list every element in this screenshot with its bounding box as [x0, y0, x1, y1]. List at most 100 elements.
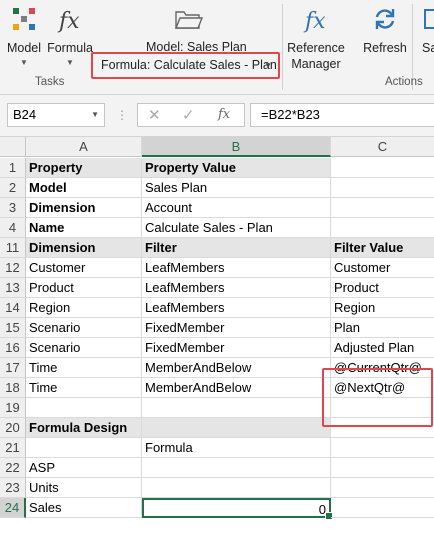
table-row: 12 Customer LeafMembers Customer: [0, 258, 434, 278]
model-icon: [11, 6, 37, 35]
cell-a[interactable]: Time: [26, 358, 142, 378]
cell-a[interactable]: Time: [26, 378, 142, 398]
row-header[interactable]: 14: [0, 298, 26, 318]
formula-select-dropdown[interactable]: Formula: Calculate Sales - Plan ▼: [91, 52, 280, 79]
row-header[interactable]: 22: [0, 458, 26, 478]
table-row: 14 Region LeafMembers Region: [0, 298, 434, 318]
chevron-down-icon: ▼: [264, 61, 272, 70]
cell-c[interactable]: [331, 458, 434, 478]
cell-a[interactable]: Formula Design: [26, 418, 142, 438]
cell-a[interactable]: [26, 398, 142, 418]
cell-c[interactable]: @NextQtr@: [331, 378, 434, 398]
cell-a[interactable]: Property: [26, 158, 142, 178]
row-header[interactable]: 12: [0, 258, 26, 278]
cell-c[interactable]: [331, 438, 434, 458]
cell-c[interactable]: @CurrentQtr@: [331, 358, 434, 378]
formula-input[interactable]: =B22*B23: [250, 103, 434, 127]
cell-a[interactable]: Scenario: [26, 338, 142, 358]
cell-b[interactable]: [142, 478, 331, 498]
cell-a[interactable]: Sales: [26, 498, 142, 518]
ribbon: Model ▼ fx Formula ▼ Model: Sales Plan F…: [0, 0, 434, 95]
row-header[interactable]: 4: [0, 218, 26, 238]
cell-c[interactable]: [331, 218, 434, 238]
cell-b[interactable]: MemberAndBelow: [142, 358, 331, 378]
column-header-a[interactable]: A: [26, 137, 142, 157]
cell-a[interactable]: Dimension: [26, 238, 142, 258]
cell-c[interactable]: Filter Value: [331, 238, 434, 258]
refresh-button[interactable]: Refresh: [360, 0, 410, 72]
table-row: 4 Name Calculate Sales - Plan: [0, 218, 434, 238]
formula-bar: B24 ▼ ⋮ ✕ ✓ fx =B22*B23: [0, 95, 434, 137]
column-header-b[interactable]: B: [142, 137, 331, 157]
row-header[interactable]: 2: [0, 178, 26, 198]
cell-b[interactable]: LeafMembers: [142, 298, 331, 318]
cell-a[interactable]: Product: [26, 278, 142, 298]
row-header[interactable]: 11: [0, 238, 26, 258]
cell-b[interactable]: FixedMember: [142, 338, 331, 358]
formula-bar-grip-icon[interactable]: ⋮: [116, 108, 128, 122]
row-header[interactable]: 19: [0, 398, 26, 418]
cell-c[interactable]: [331, 478, 434, 498]
cell-a[interactable]: Customer: [26, 258, 142, 278]
row-header[interactable]: 16: [0, 338, 26, 358]
insert-function-icon[interactable]: fx: [218, 107, 230, 122]
chevron-down-icon: ▼: [91, 110, 99, 119]
cell-c[interactable]: Customer: [331, 258, 434, 278]
cell-b[interactable]: Account: [142, 198, 331, 218]
cell-a[interactable]: [26, 438, 142, 458]
row-header[interactable]: 15: [0, 318, 26, 338]
model-button[interactable]: Model ▼: [4, 0, 44, 72]
reference-manager-button[interactable]: fx Reference Manager: [284, 0, 348, 72]
cell-b[interactable]: MemberAndBelow: [142, 378, 331, 398]
name-box[interactable]: B24 ▼: [7, 103, 105, 127]
row-header[interactable]: 21: [0, 438, 26, 458]
cell-a[interactable]: Dimension: [26, 198, 142, 218]
cell-b[interactable]: Sales Plan: [142, 178, 331, 198]
cell-b[interactable]: LeafMembers: [142, 278, 331, 298]
cell-a[interactable]: Region: [26, 298, 142, 318]
cell-b[interactable]: 0: [142, 498, 333, 520]
table-row: 13 Product LeafMembers Product: [0, 278, 434, 298]
cell-c[interactable]: [331, 498, 434, 518]
chevron-down-icon: ▼: [20, 58, 28, 67]
cell-b[interactable]: [142, 418, 331, 438]
cell-c[interactable]: Adjusted Plan: [331, 338, 434, 358]
cell-c[interactable]: [331, 178, 434, 198]
cell-b[interactable]: [142, 458, 331, 478]
row-header[interactable]: 17: [0, 358, 26, 378]
cell-a[interactable]: Units: [26, 478, 142, 498]
cell-a[interactable]: Scenario: [26, 318, 142, 338]
cell-c[interactable]: [331, 418, 434, 438]
cell-b[interactable]: [142, 398, 331, 418]
row-header[interactable]: 18: [0, 378, 26, 398]
cell-c[interactable]: Plan: [331, 318, 434, 338]
cell-c[interactable]: [331, 398, 434, 418]
row-header[interactable]: 23: [0, 478, 26, 498]
row-header[interactable]: 13: [0, 278, 26, 298]
cell-c[interactable]: Region: [331, 298, 434, 318]
save-button[interactable]: Sa: [418, 0, 434, 72]
cell-c[interactable]: [331, 198, 434, 218]
formula-button[interactable]: fx Formula ▼: [46, 0, 94, 72]
select-all-corner[interactable]: [0, 137, 26, 157]
cell-a[interactable]: ASP: [26, 458, 142, 478]
cell-a[interactable]: Model: [26, 178, 142, 198]
table-row: 23 Units: [0, 478, 434, 498]
column-header-c[interactable]: C: [331, 137, 434, 157]
row-header[interactable]: 1: [0, 158, 26, 178]
cell-b[interactable]: Calculate Sales - Plan: [142, 218, 331, 238]
cell-a[interactable]: Name: [26, 218, 142, 238]
cell-b[interactable]: Formula: [142, 438, 331, 458]
formula-bar-buttons: ✕ ✓ fx: [137, 103, 245, 127]
row-header[interactable]: 20: [0, 418, 26, 438]
cell-b[interactable]: LeafMembers: [142, 258, 331, 278]
cell-b[interactable]: FixedMember: [142, 318, 331, 338]
row-header[interactable]: 24: [0, 498, 26, 518]
cell-c[interactable]: Product: [331, 278, 434, 298]
cell-b[interactable]: Filter: [142, 238, 331, 258]
cell-c[interactable]: [331, 158, 434, 178]
check-icon[interactable]: ✓: [182, 106, 195, 124]
cancel-icon[interactable]: ✕: [148, 106, 161, 124]
row-header[interactable]: 3: [0, 198, 26, 218]
cell-b[interactable]: Property Value: [142, 158, 331, 178]
